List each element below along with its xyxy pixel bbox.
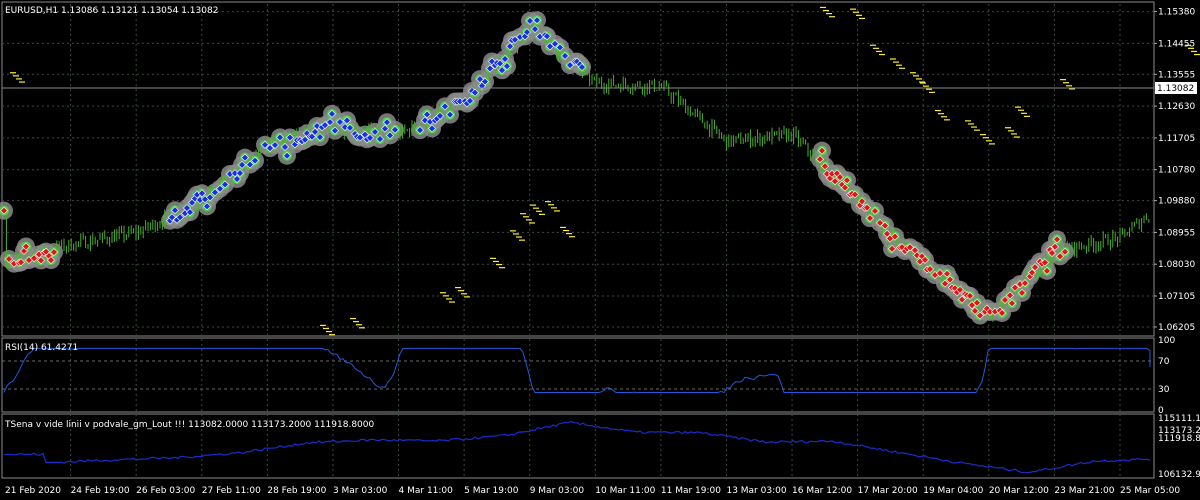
price-axis-label: 1.13555	[1158, 70, 1195, 80]
price-axis: 1.15380 1.14455 1.13555 1.12630 1.11705 1.107…	[1154, 8, 1195, 333]
time-axis-label: 26 Feb 03:00	[136, 486, 195, 496]
time-axis-label: 21 Feb 2020	[5, 486, 61, 496]
rsi-axis-label: 100	[1158, 336, 1175, 346]
custom-indicator-label: TSena v vide linii v podvale_gm_Lout !!!…	[4, 420, 374, 430]
custom-axis-label: 111918.8	[1158, 434, 1200, 444]
time-axis-label: 25 Mar 05:00	[1120, 486, 1180, 496]
custom-axis-label: 115111.1	[1158, 414, 1200, 424]
time-axis-label: 13 Mar 03:00	[726, 486, 786, 496]
custom-axis-label: 106132.9	[1158, 470, 1200, 480]
price-axis-label: 1.11705	[1158, 134, 1195, 144]
time-axis-label: 4 Mar 11:00	[399, 486, 454, 496]
time-axis-label: 28 Feb 19:00	[267, 486, 326, 496]
time-axis-label: 17 Mar 20:00	[858, 486, 918, 496]
rsi-label: RSI(14) 61.4271	[5, 343, 78, 353]
time-axis-label: 10 Mar 11:00	[595, 486, 655, 496]
price-axis-label: 1.07105	[1158, 292, 1195, 302]
custom-indicator-axis: 115111.1113173.2111918.8106132.9	[1158, 414, 1200, 480]
time-axis-label: 27 Feb 11:00	[202, 486, 261, 496]
trading-chart[interactable]: EURUSD,H1 1.13086 1.13121 1.13054 1.1308…	[0, 0, 1200, 500]
time-axis-label: 20 Mar 12:00	[989, 486, 1049, 496]
price-axis-label: 1.14455	[1158, 39, 1195, 49]
price-axis-label: 1.08030	[1158, 260, 1195, 270]
time-axis-label: 11 Mar 19:00	[661, 486, 721, 496]
price-axis-label: 1.10780	[1158, 166, 1195, 176]
time-axis-label: 23 Mar 21:00	[1054, 486, 1114, 496]
price-axis-label: 1.12630	[1158, 102, 1195, 112]
time-axis-label: 9 Mar 03:00	[530, 486, 585, 496]
time-axis-label: 16 Mar 12:00	[792, 486, 852, 496]
price-axis-label: 1.08955	[1158, 228, 1195, 238]
time-axis-label: 3 Mar 03:00	[333, 486, 388, 496]
price-axis-label: 1.09880	[1158, 197, 1195, 207]
rsi-pane-frame	[1, 337, 1155, 413]
rsi-line	[3, 347, 1151, 394]
signal-glow	[0, 11, 1074, 325]
rsi-axis-label: 70	[1158, 357, 1170, 367]
time-axis-label: 24 Feb 19:00	[71, 486, 130, 496]
rsi-axis-label: 30	[1158, 385, 1170, 395]
time-axis-label: 19 Mar 04:00	[923, 486, 983, 496]
main-pane-frame	[1, 1, 1155, 337]
price-axis-label: 1.06205	[1158, 323, 1195, 333]
signal-markers	[0, 16, 1069, 320]
symbol-header: EURUSD,H1 1.13086 1.13121 1.13054 1.1308…	[5, 6, 218, 16]
time-axis: 21 Feb 2020 24 Feb 19:00 26 Feb 03:00 27 Fe…	[5, 486, 1180, 496]
price-axis-label: 1.15380	[1158, 8, 1195, 18]
time-axis-label: 5 Mar 19:00	[464, 486, 519, 496]
current-price-label: 1.13082	[1157, 84, 1194, 94]
